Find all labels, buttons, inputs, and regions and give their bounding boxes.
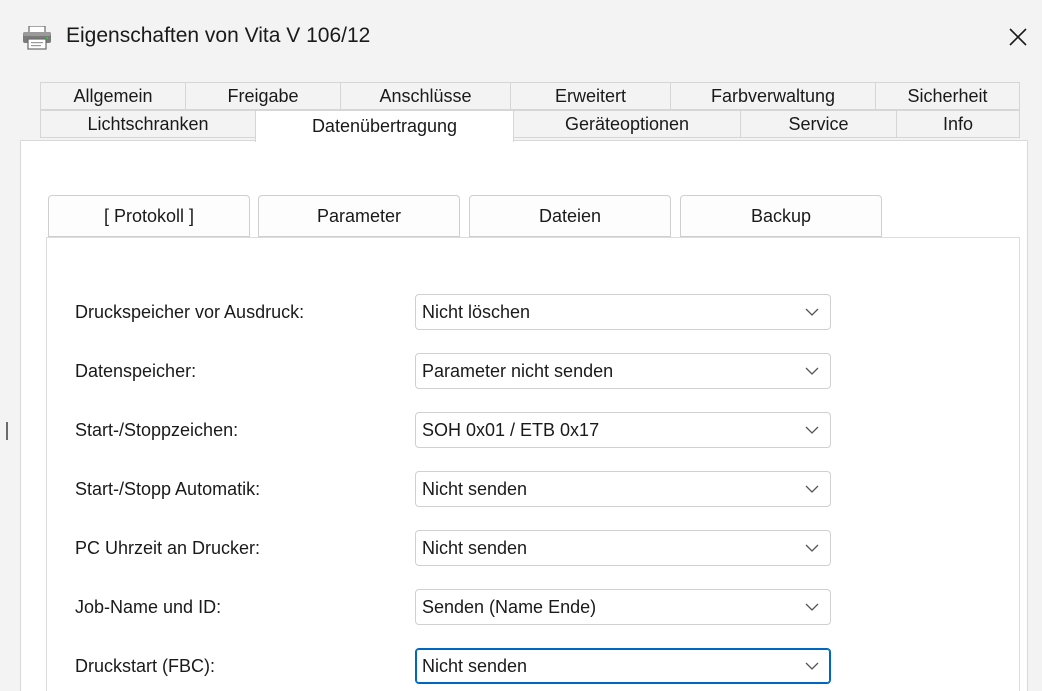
tab-page-datenuebertragung: [ Protokoll ] Parameter Dateien Backup D… [20,140,1028,691]
tab-allgemein[interactable]: Allgemein [40,82,186,110]
label-pc-uhrzeit: PC Uhrzeit an Drucker: [75,538,261,558]
printer-properties-dialog: Eigenschaften von Vita V 106/12 Allgemei… [10,6,1042,691]
select-job-name-id[interactable]: Senden (Name Ende) [415,589,831,625]
subtab-backup[interactable]: Backup [680,195,882,237]
label-datenspeicher: Datenspeicher: [75,361,197,381]
chevron-down-icon [794,471,830,507]
label-druckstart-fbc: Druckstart (FBC): [75,656,216,676]
subtab-parameter[interactable]: Parameter [258,195,460,237]
tab-lichtschranken[interactable]: Lichtschranken [40,110,256,138]
tab-sicherheit[interactable]: Sicherheit [875,82,1020,110]
printer-icon [22,25,52,50]
chevron-down-icon [794,530,830,566]
subtab-protokoll[interactable]: [ Protokoll ] [48,195,250,237]
select-value: Parameter nicht senden [422,360,614,381]
select-pc-uhrzeit[interactable]: Nicht senden [415,530,831,566]
select-value: Nicht senden [422,537,528,558]
label-start-stopp-automatik: Start-/Stopp Automatik: [75,479,261,499]
tab-anschluesse[interactable]: Anschlüsse [340,82,511,110]
chevron-down-icon [794,412,830,448]
chevron-down-icon [794,589,830,625]
label-job-name-id: Job-Name und ID: [75,597,222,617]
select-druckspeicher[interactable]: Nicht löschen [415,294,831,330]
select-value: Nicht löschen [422,301,531,322]
close-icon [1009,28,1027,46]
tab-info[interactable]: Info [896,110,1020,138]
select-start-stopp-automatik[interactable]: Nicht senden [415,471,831,507]
tab-erweitert[interactable]: Erweitert [510,82,671,110]
select-value: Nicht senden [422,655,528,676]
select-value: Senden (Name Ende) [422,596,597,617]
chevron-down-icon [794,294,830,330]
tab-geraeteoptionen[interactable]: Geräteoptionen [513,110,741,138]
label-start-stoppzeichen: Start-/Stoppzeichen: [75,420,239,440]
chevron-down-icon [794,648,830,684]
window-title: Eigenschaften von Vita V 106/12 [66,24,371,47]
tab-farbverwaltung[interactable]: Farbverwaltung [670,82,876,110]
title-bar[interactable]: Eigenschaften von Vita V 106/12 [10,6,1042,66]
tab-datenuebertragung[interactable]: Datenübertragung [255,110,514,142]
background-window-marker [6,422,8,440]
tab-service[interactable]: Service [740,110,897,138]
label-druckspeicher: Druckspeicher vor Ausdruck: [75,302,305,322]
subtab-dateien[interactable]: Dateien [469,195,671,237]
close-button[interactable] [996,18,1040,56]
select-datenspeicher[interactable]: Parameter nicht senden [415,353,831,389]
select-start-stoppzeichen[interactable]: SOH 0x01 / ETB 0x17 [415,412,831,448]
protokoll-settings-panel: Druckspeicher vor Ausdruck: Nicht lösche… [46,237,1020,691]
select-value: Nicht senden [422,478,528,499]
chevron-down-icon [794,353,830,389]
tab-freigabe[interactable]: Freigabe [185,82,341,110]
select-druckstart-fbc[interactable]: Nicht senden [415,648,831,684]
select-value: SOH 0x01 / ETB 0x17 [422,419,600,440]
